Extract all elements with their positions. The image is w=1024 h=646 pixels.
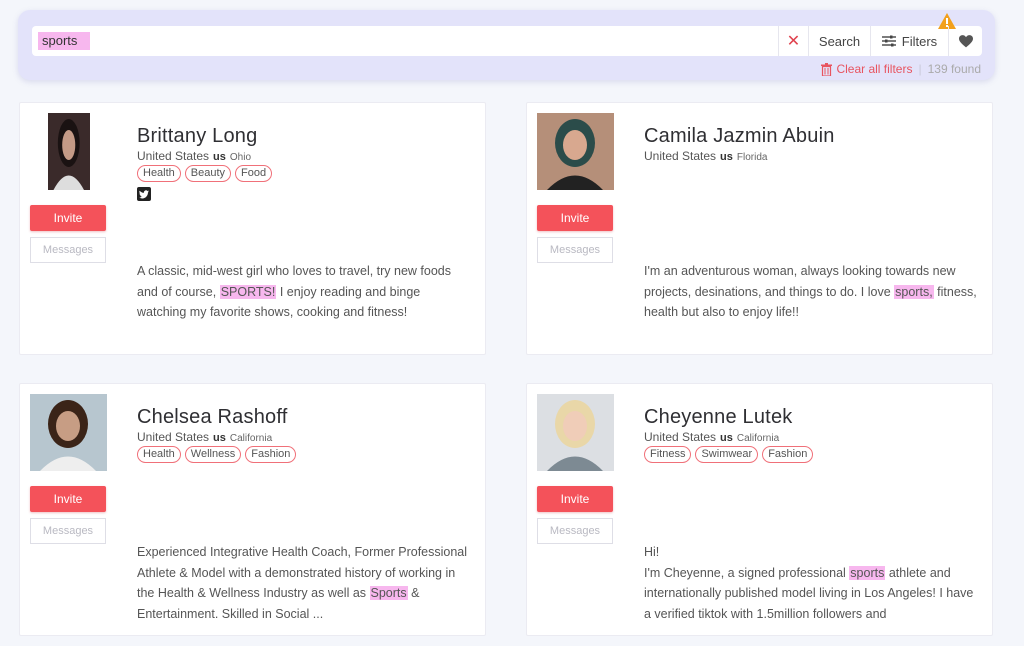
search-bar: sports ✕ Search Filters xyxy=(32,13,982,56)
profile-bio: A classic, mid-west girl who loves to tr… xyxy=(137,261,472,323)
category-tag: Wellness xyxy=(184,446,242,463)
profile-card[interactable]: Invite Messages Chelsea Rashoff United S… xyxy=(19,383,486,636)
search-query-chip[interactable]: sports xyxy=(38,32,90,50)
invite-button-label: Invite xyxy=(53,211,83,225)
divider: | xyxy=(918,62,922,76)
messages-button-label: Messages xyxy=(42,525,94,537)
profile-location: United States us Florida xyxy=(644,149,767,163)
state-name: California xyxy=(229,433,273,444)
profile-card[interactable]: Invite Messages Brittany Long United Sta… xyxy=(19,102,486,355)
profile-name[interactable]: Cheyenne Lutek xyxy=(644,406,792,429)
messages-button[interactable]: Messages xyxy=(30,237,106,263)
search-button[interactable]: Search xyxy=(808,26,870,56)
country-code: us xyxy=(720,432,733,444)
filter-summary: Clear all filters | 139 found xyxy=(821,62,981,76)
avatar[interactable] xyxy=(30,394,107,471)
tag-list: Health Beauty Food xyxy=(137,165,273,182)
profile-bio: Experienced Integrative Health Coach, Fo… xyxy=(137,542,472,624)
country-code: us xyxy=(213,151,226,163)
category-tag: Fitness xyxy=(644,446,692,463)
tag-list: Fitness Swimwear Fashion xyxy=(644,446,814,463)
heart-icon xyxy=(958,34,973,47)
invite-button[interactable]: Invite xyxy=(537,205,613,231)
category-tag: Food xyxy=(235,165,273,182)
country-name: United States xyxy=(644,149,717,163)
filters-button-label: Filters xyxy=(901,33,938,49)
messages-button-label: Messages xyxy=(549,244,601,256)
filters-button[interactable]: Filters xyxy=(870,13,956,56)
country-name: United States xyxy=(137,430,210,444)
country-name: United States xyxy=(644,430,717,444)
sliders-icon xyxy=(881,35,896,47)
profile-bio: Hi! I'm Cheyenne, a signed professional … xyxy=(644,542,979,624)
clear-all-filters-link[interactable]: Clear all filters xyxy=(821,62,912,76)
category-tag: Swimwear xyxy=(695,446,759,463)
clear-search-button[interactable]: ✕ xyxy=(778,26,808,56)
close-icon: ✕ xyxy=(786,33,801,50)
profile-name[interactable]: Camila Jazmin Abuin xyxy=(644,125,835,148)
category-tag: Beauty xyxy=(184,165,232,182)
bio-search-match: Sports xyxy=(369,586,408,600)
bio-search-match: sports, xyxy=(894,284,934,299)
tag-list: Health Wellness Fashion xyxy=(137,446,297,463)
category-tag: Health xyxy=(137,446,181,463)
invite-button[interactable]: Invite xyxy=(30,205,106,231)
avatar[interactable] xyxy=(537,113,614,190)
bio-text-before: Hi! I'm Cheyenne, a signed professional xyxy=(644,545,846,580)
profile-location: United States us Ohio xyxy=(137,149,251,163)
trash-icon xyxy=(821,62,833,76)
country-code: us xyxy=(213,432,226,444)
favorites-button[interactable] xyxy=(948,26,982,56)
results-count: 139 found xyxy=(927,62,981,76)
search-button-label: Search xyxy=(818,33,861,49)
twitter-icon[interactable] xyxy=(137,187,151,201)
profile-name[interactable]: Brittany Long xyxy=(137,125,257,148)
search-panel: sports ✕ Search Filters Clear all filter… xyxy=(18,10,995,80)
messages-button[interactable]: Messages xyxy=(537,518,613,544)
state-name: Ohio xyxy=(229,152,252,163)
bio-search-match: sports xyxy=(849,565,886,580)
messages-button-label: Messages xyxy=(42,244,94,256)
avatar[interactable] xyxy=(537,394,614,471)
country-code: us xyxy=(720,151,733,163)
profile-location: United States us California xyxy=(644,430,779,444)
invite-button[interactable]: Invite xyxy=(30,486,106,512)
state-name: California xyxy=(736,433,780,444)
messages-button[interactable]: Messages xyxy=(30,518,106,544)
search-input[interactable]: sports xyxy=(32,26,778,56)
country-name: United States xyxy=(137,149,210,163)
profile-card[interactable]: Invite Messages Cheyenne Lutek United St… xyxy=(526,383,993,636)
profile-location: United States us California xyxy=(137,430,272,444)
messages-button[interactable]: Messages xyxy=(537,237,613,263)
invite-button-label: Invite xyxy=(53,492,83,506)
invite-button[interactable]: Invite xyxy=(537,486,613,512)
state-name: Florida xyxy=(736,152,768,163)
category-tag: Fashion xyxy=(245,446,297,463)
avatar[interactable] xyxy=(47,113,90,190)
bio-search-match: SPORTS! xyxy=(219,284,277,299)
profile-card[interactable]: Invite Messages Camila Jazmin Abuin Unit… xyxy=(526,102,993,355)
category-tag: Fashion xyxy=(762,446,814,463)
invite-button-label: Invite xyxy=(560,211,590,225)
profile-bio: I'm an adventurous woman, always looking… xyxy=(644,261,979,323)
category-tag: Health xyxy=(137,165,181,182)
messages-button-label: Messages xyxy=(549,525,601,537)
clear-all-label: Clear all filters xyxy=(836,62,913,76)
profile-name[interactable]: Chelsea Rashoff xyxy=(137,406,288,429)
invite-button-label: Invite xyxy=(560,492,590,506)
